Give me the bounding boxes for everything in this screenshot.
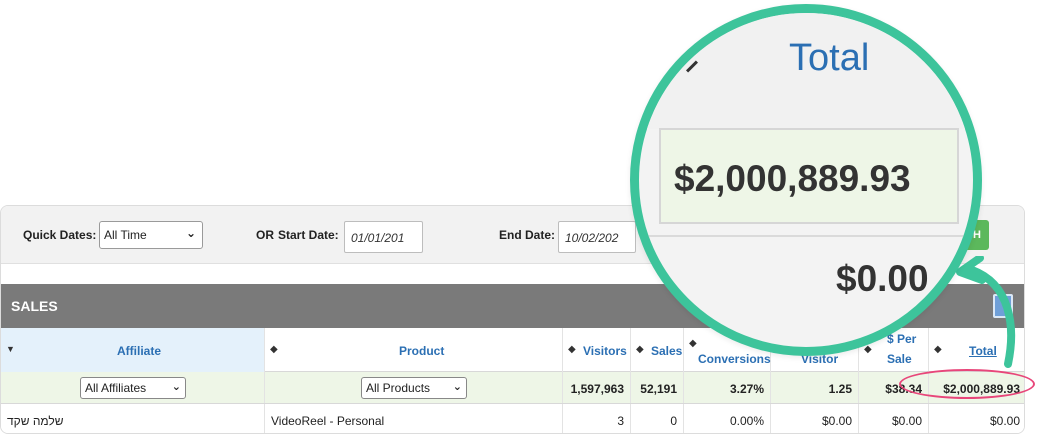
visitors-cell: 3 (563, 404, 631, 433)
total-visitors: 1,597,963 (563, 372, 631, 403)
sort-icon: ◆ (568, 344, 576, 355)
zoom-callout: Total $2,000,889.93 $0.00 (630, 4, 982, 356)
sort-desc-icon: ▼ (6, 344, 15, 354)
start-date-input[interactable]: 01/01/201 (344, 221, 423, 253)
sort-icon: ◆ (689, 338, 697, 349)
per-visitor-cell: $0.00 (771, 404, 859, 433)
total-per-visitor: 1.25 (771, 372, 859, 403)
table-filter-row: All Affiliates ⌄ All Products ⌄ 1,597,96… (1, 372, 1024, 404)
total-cell: $0.00 (989, 414, 1020, 428)
sales-cell: 0 (631, 404, 684, 433)
callout-zero-amount: $0.00 (836, 258, 929, 299)
callout-amount: $2,000,889.93 (674, 158, 911, 199)
end-date-input[interactable]: 10/02/202 (558, 221, 636, 253)
total-sales: 52,191 (631, 372, 684, 403)
col-product[interactable]: ◆ Product (265, 328, 563, 372)
col-visitors[interactable]: ◆ Visitors (563, 328, 631, 372)
col-affiliate[interactable]: ▼ Affiliate (1, 328, 265, 372)
chevron-down-icon: ⌄ (171, 381, 181, 393)
quick-dates-select[interactable]: All Time ⌄ (99, 221, 203, 249)
start-date-label: Start Date: (278, 228, 339, 242)
per-sale-cell: $0.00 (859, 404, 929, 433)
affiliate-cell: שלמה שקד (1, 404, 265, 433)
chevron-down-icon: ⌄ (452, 381, 462, 393)
end-date-label: End Date: (499, 228, 556, 242)
product-filter-select[interactable]: All Products ⌄ (361, 377, 467, 399)
or-label: OR (256, 228, 274, 242)
affiliate-filter-select[interactable]: All Affiliates ⌄ (80, 377, 186, 399)
total-conversions: 3.27% (684, 372, 771, 403)
table-row[interactable]: שלמה שקד VideoReel - Personal 3 0 0.00% … (1, 404, 1024, 433)
callout-header: Total (789, 37, 870, 79)
conversions-cell: 0.00% (684, 404, 771, 433)
callout-arrow-icon (956, 256, 1016, 368)
sort-icon: ◆ (934, 344, 942, 355)
sort-icon: ◆ (270, 344, 278, 355)
product-cell: VideoReel - Personal (265, 404, 563, 433)
quick-dates-label: Quick Dates: (23, 228, 97, 242)
chevron-down-icon: ⌄ (185, 226, 196, 240)
sort-icon: ◆ (636, 344, 644, 355)
section-title: SALES (11, 298, 58, 314)
col-sales[interactable]: ◆ Sales (631, 328, 684, 372)
